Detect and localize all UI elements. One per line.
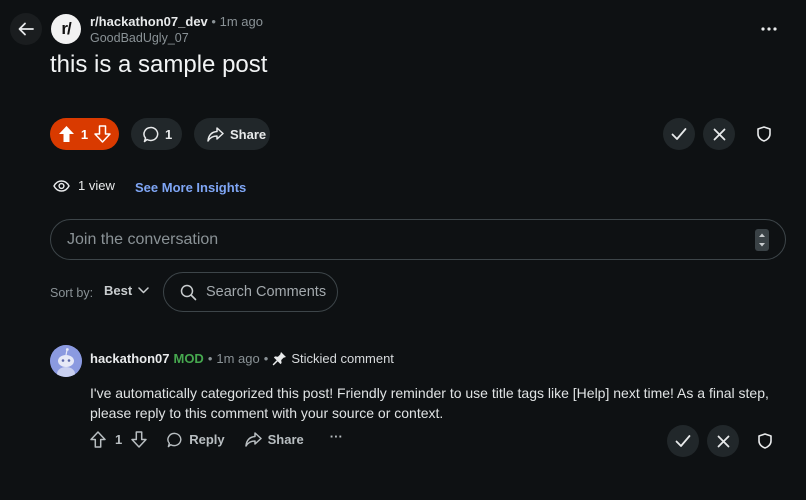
stickied-label: Stickied comment [291, 351, 394, 366]
sort-value: Best [104, 283, 133, 298]
comment-mod-shield-button[interactable] [751, 427, 779, 455]
approve-button[interactable] [663, 118, 695, 150]
share-arrow-icon [207, 126, 224, 142]
upvote-icon [59, 126, 74, 142]
reply-label: Reply [189, 432, 225, 447]
downvote-icon [94, 125, 111, 143]
reply-button[interactable]: Reply [167, 432, 225, 448]
comment-actions: 1 Reply Share ··· [90, 429, 343, 448]
post-title: this is a sample post [50, 51, 268, 78]
comment-time: 1m ago [216, 351, 260, 366]
comment-bubble-icon [167, 432, 182, 447]
mod-shield-button[interactable] [750, 120, 778, 148]
vote-pill: 1 [50, 118, 119, 150]
subreddit-link[interactable]: r/hackathon07_dev [90, 14, 208, 29]
comment-downvote-button[interactable] [131, 431, 147, 448]
search-icon [180, 284, 197, 300]
meta-separator: • [211, 14, 216, 29]
comment-remove-button[interactable] [707, 425, 739, 457]
post-meta: r/hackathon07_dev • 1m ago [90, 14, 263, 30]
comments-button[interactable]: 1 [131, 118, 182, 150]
comment-meta: hackathon07 MOD • 1m ago • Stickied comm… [90, 351, 394, 366]
comment-approve-button[interactable] [667, 425, 699, 457]
commenter-avatar[interactable] [50, 345, 82, 377]
subreddit-logo: r/ [61, 19, 71, 38]
downvote-icon [131, 431, 147, 448]
comment-upvote-button[interactable] [90, 431, 106, 448]
subreddit-avatar[interactable]: r/ [51, 14, 81, 44]
meta-separator: • [263, 351, 269, 366]
share-label: Share [230, 126, 267, 142]
share-arrow-icon [244, 432, 262, 447]
comments-count: 1 [165, 126, 173, 142]
resize-handle[interactable] [755, 229, 769, 251]
search-placeholder: Search Comments [206, 284, 327, 300]
search-comments-input[interactable]: Search Comments [163, 272, 338, 312]
snoo-avatar-icon [50, 345, 82, 377]
comment-username[interactable]: hackathon07 [90, 351, 169, 366]
comment-composer[interactable] [50, 219, 786, 260]
resize-arrows-icon [759, 233, 765, 247]
check-icon [675, 435, 691, 447]
upvote-icon [90, 431, 106, 448]
pin-icon [273, 352, 287, 366]
post-time: 1m ago [219, 14, 263, 29]
remove-button[interactable] [703, 118, 735, 150]
close-icon [713, 128, 725, 140]
comment-score: 1 [115, 432, 123, 447]
eye-icon [53, 179, 70, 192]
back-button[interactable] [10, 13, 42, 45]
downvote-button[interactable] [94, 125, 111, 143]
comment-bubble-icon [143, 126, 159, 142]
overflow-menu-icon [761, 27, 777, 31]
comment-share-label: Share [267, 432, 304, 447]
shield-icon [758, 433, 772, 449]
sort-label: Sort by: [50, 286, 94, 300]
close-icon [717, 435, 729, 447]
comment-share-button[interactable]: Share [244, 432, 304, 447]
share-button[interactable]: Share [194, 118, 270, 150]
views-row: 1 view [53, 178, 115, 193]
mod-badge: MOD [173, 351, 204, 366]
meta-separator: • [207, 351, 213, 366]
comment-input[interactable] [67, 228, 727, 252]
upvote-button[interactable] [58, 125, 75, 143]
chevron-down-icon [138, 287, 149, 294]
comment-body: I've automatically categorized this post… [90, 385, 769, 421]
back-arrow-icon [18, 22, 34, 36]
overflow-menu-button[interactable] [756, 18, 782, 40]
view-count: 1 view [78, 178, 115, 193]
post-author[interactable]: GoodBadUgly_07 [90, 31, 189, 45]
check-icon [671, 128, 687, 140]
comment-more-button[interactable]: ··· [330, 429, 343, 444]
shield-icon [757, 126, 771, 142]
sort-dropdown[interactable]: Best [104, 283, 149, 298]
see-more-insights-link[interactable]: See More Insights [135, 180, 246, 195]
vote-count: 1 [80, 126, 89, 142]
